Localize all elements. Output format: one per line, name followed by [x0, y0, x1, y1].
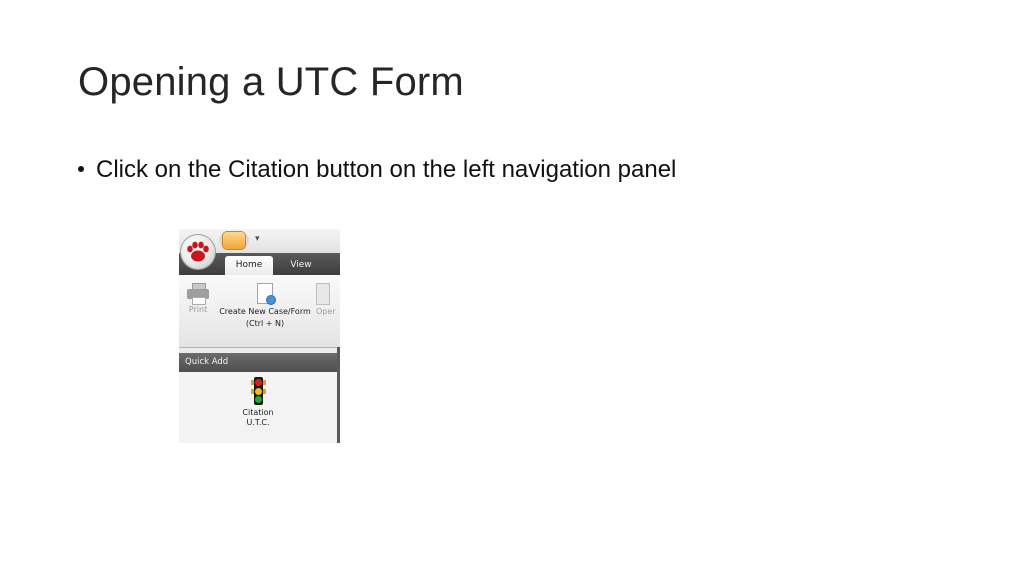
app-screenshot: ▾ Home View Print Create New Case/Form (… — [179, 229, 340, 443]
quick-add-panel: Citation U.T.C. — [179, 372, 337, 443]
printer-icon — [187, 283, 209, 305]
bullet-item: Click on the Citation button on the left… — [78, 156, 676, 184]
bullet-text: Click on the Citation button on the left… — [96, 156, 677, 183]
app-orb-paw-icon[interactable] — [181, 235, 215, 269]
citation-label-line1: Citation — [242, 408, 274, 417]
create-label-line2: (Ctrl + N) — [245, 319, 285, 328]
customize-arrow-icon[interactable]: ▾ — [255, 234, 260, 244]
print-label: Print — [188, 305, 208, 314]
quick-access-icon[interactable] — [223, 232, 245, 249]
open-label: Oper — [316, 307, 336, 316]
print-button[interactable]: Print — [181, 283, 215, 315]
tab-view[interactable]: View — [279, 256, 323, 275]
ribbon-home: Print Create New Case/Form (Ctrl + N) Op… — [179, 275, 340, 348]
quick-add-header: Quick Add — [179, 353, 337, 372]
bullet-dot — [78, 166, 84, 172]
open-document-icon — [316, 283, 330, 305]
panel-divider — [337, 347, 340, 443]
citation-label-line2: U.T.C. — [246, 418, 270, 427]
create-label-line1: Create New Case/Form — [219, 307, 311, 316]
tab-home[interactable]: Home — [225, 256, 273, 275]
new-document-icon — [256, 283, 276, 305]
traffic-light-icon — [250, 377, 266, 405]
create-new-case-button[interactable]: Create New Case/Form (Ctrl + N) — [215, 283, 315, 329]
slide-title: Opening a UTC Form — [78, 60, 464, 104]
open-button[interactable]: Oper — [316, 283, 340, 317]
citation-utc-button[interactable]: Citation U.T.C. — [223, 377, 293, 428]
